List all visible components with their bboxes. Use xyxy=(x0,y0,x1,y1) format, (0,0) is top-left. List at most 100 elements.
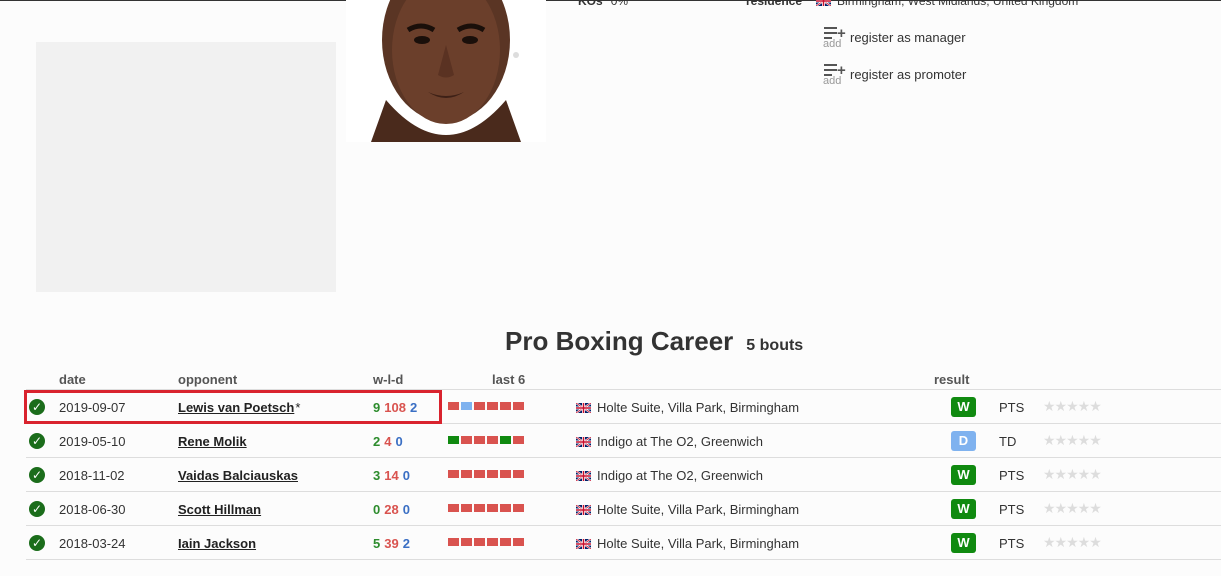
last6-draw-mark xyxy=(461,402,472,410)
record-wins: 3 xyxy=(373,468,381,483)
result-badge: W xyxy=(951,465,976,485)
kos-value: 0% xyxy=(610,0,629,8)
last6-loss-mark xyxy=(461,470,472,478)
last6-loss-mark xyxy=(461,538,472,546)
register-promoter-label: register as promoter xyxy=(850,67,967,82)
star-icon[interactable]: ★★★★★ xyxy=(1043,466,1102,483)
record-draws: 2 xyxy=(402,536,410,551)
opponent-link[interactable]: Vaidas Balciauskas xyxy=(178,468,299,483)
record-draws: 0 xyxy=(395,434,403,449)
result-method: PTS xyxy=(999,400,1025,415)
last6-loss-mark xyxy=(448,402,459,410)
table-header: date opponent w-l-d last 6 result xyxy=(26,370,1221,390)
bout-date: 2019-05-10 xyxy=(59,434,126,449)
check-circle-icon: ✓ xyxy=(29,467,45,483)
table-row[interactable]: ✓ 2018-06-30 Scott Hillman 0 28 0 Holte Suite,… xyxy=(26,492,1221,526)
result-badge: D xyxy=(951,431,976,451)
venue[interactable]: Holte Suite, Villa Park, Birmingham xyxy=(576,502,799,517)
last6-loss-mark xyxy=(448,470,459,478)
opponent-link[interactable]: Iain Jackson xyxy=(178,536,257,551)
last6-form xyxy=(448,402,524,410)
venue-name: Holte Suite, Villa Park, Birmingham xyxy=(597,400,800,415)
table-row[interactable]: ✓ 2019-05-10 Rene Molik 2 4 0 Indigo at The O2… xyxy=(26,424,1221,458)
register-manager-link[interactable]: + add register as manager xyxy=(823,24,966,50)
last6-loss-mark xyxy=(500,504,511,512)
result-method: PTS xyxy=(999,536,1025,551)
residence-stat: residence Birmingham, West Midlands, Uni… xyxy=(746,0,1078,8)
opponent-link[interactable]: Scott Hillman xyxy=(178,502,262,517)
venue-name: Holte Suite, Villa Park, Birmingham xyxy=(597,502,800,517)
uk-flag-icon xyxy=(576,470,591,481)
last6-loss-mark xyxy=(487,402,498,410)
table-row[interactable]: ✓ 2018-03-24 Iain Jackson 5 39 2 Holte Suite, … xyxy=(26,526,1221,560)
header-date[interactable]: date xyxy=(59,372,86,387)
last6-loss-mark xyxy=(487,504,498,512)
last6-loss-mark xyxy=(448,504,459,512)
venue-name: Holte Suite, Villa Park, Birmingham xyxy=(597,536,800,551)
opponent-name: Rene Molik xyxy=(178,434,247,449)
venue[interactable]: Indigo at The O2, Greenwich xyxy=(576,468,763,483)
uk-flag-icon xyxy=(576,402,591,413)
last6-loss-mark xyxy=(487,538,498,546)
last6-loss-mark xyxy=(474,402,485,410)
last6-form xyxy=(448,436,524,444)
header-wld[interactable]: w-l-d xyxy=(373,372,403,387)
venue[interactable]: Indigo at The O2, Greenwich xyxy=(576,434,763,449)
venue[interactable]: Holte Suite, Villa Park, Birmingham xyxy=(576,536,799,551)
opponent-record: 5 39 2 xyxy=(373,536,410,551)
last6-loss-mark xyxy=(487,470,498,478)
opponent-link[interactable]: Rene Molik xyxy=(178,434,248,449)
header-last6: last 6 xyxy=(492,372,526,387)
last6-form xyxy=(448,538,524,546)
record-losses: 39 xyxy=(384,536,399,551)
header-opponent[interactable]: opponent xyxy=(178,372,237,387)
last6-loss-mark xyxy=(448,538,459,546)
result-badge: W xyxy=(951,533,976,553)
check-circle-icon: ✓ xyxy=(29,501,45,517)
star-icon[interactable]: ★★★★★ xyxy=(1043,500,1102,517)
result-method: PTS xyxy=(999,468,1025,483)
uk-flag-icon xyxy=(816,0,832,6)
last6-loss-mark xyxy=(513,402,524,410)
opponent-record: 240 xyxy=(373,434,403,449)
result-method: PTS xyxy=(999,502,1025,517)
last6-win-mark xyxy=(448,436,459,444)
uk-flag-icon xyxy=(576,436,591,447)
star-icon[interactable]: ★★★★★ xyxy=(1043,432,1102,449)
venue[interactable]: Holte Suite, Villa Park, Birmingham xyxy=(576,400,799,415)
uk-flag-icon xyxy=(576,504,591,515)
record-draws: 0 xyxy=(402,502,410,517)
opponent-name: Scott Hillman xyxy=(178,502,262,517)
last6-loss-mark xyxy=(474,436,485,444)
residence-value: Birmingham, West Midlands, United Kingdo… xyxy=(837,0,1079,8)
record-wins: 5 xyxy=(373,536,381,551)
result-badge: W xyxy=(951,499,976,519)
last6-loss-mark xyxy=(513,436,524,444)
kos-stat: KOs 0% xyxy=(578,0,628,8)
register-manager-label: register as manager xyxy=(850,30,966,45)
last6-loss-mark xyxy=(474,538,485,546)
check-circle-icon: ✓ xyxy=(29,433,45,449)
header-result[interactable]: result xyxy=(934,372,969,387)
highlight-box xyxy=(24,390,442,424)
bout-date: 2018-11-02 xyxy=(59,468,125,483)
register-promoter-link[interactable]: + add register as promoter xyxy=(823,61,967,87)
star-icon[interactable]: ★★★★★ xyxy=(1043,398,1102,415)
career-title: Pro Boxing Career xyxy=(505,326,734,356)
star-icon[interactable]: ★★★★★ xyxy=(1043,534,1102,551)
check-circle-icon: ✓ xyxy=(29,535,45,551)
career-heading: Pro Boxing Career 5 bouts xyxy=(505,326,803,357)
bout-count: 5 bouts xyxy=(746,337,804,354)
bout-date: 2018-03-24 xyxy=(59,536,126,551)
venue-name: Indigo at The O2, Greenwich xyxy=(597,468,763,483)
table-row[interactable]: ✓ 2018-11-02 Vaidas Balciauskas 3 14 0 Indigo … xyxy=(26,458,1221,492)
last6-win-mark xyxy=(500,436,511,444)
record-losses: 4 xyxy=(384,434,392,449)
residence-label: residence xyxy=(746,0,803,8)
last6-loss-mark xyxy=(487,436,498,444)
last6-loss-mark xyxy=(513,538,524,546)
last6-form xyxy=(448,504,524,512)
last6-loss-mark xyxy=(474,470,485,478)
result-badge: W xyxy=(951,397,976,417)
boxer-photo xyxy=(346,0,546,142)
